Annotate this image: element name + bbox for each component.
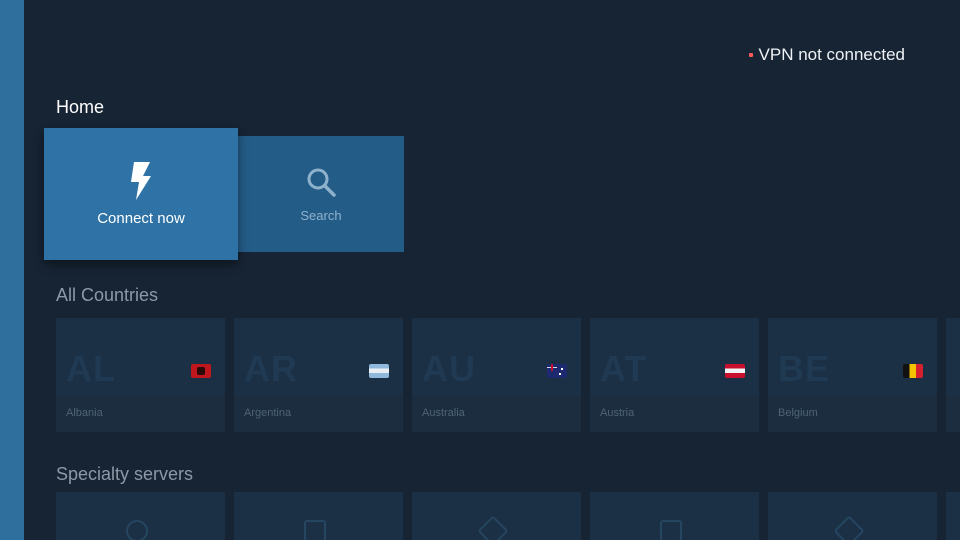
country-card-australia[interactable]: AU Australia [412, 318, 581, 432]
connect-now-label: Connect now [97, 209, 185, 227]
country-card-albania[interactable]: AL Albania [56, 318, 225, 432]
country-name: Argentina [244, 407, 292, 419]
status-dot-icon [748, 53, 753, 57]
country-code: AL [66, 348, 116, 389]
country-card-partial[interactable] [946, 318, 960, 432]
argentina-flag-icon [369, 364, 389, 378]
document-icon [660, 520, 682, 540]
country-name: Australia [422, 407, 465, 419]
app-screen: VPN not connected Home Connect now Searc… [0, 0, 960, 540]
side-navigation-strip[interactable] [0, 0, 24, 540]
lightning-icon [131, 161, 151, 200]
specialty-card[interactable] [590, 492, 759, 540]
country-name: Austria [600, 407, 635, 419]
belgium-flag-icon [903, 364, 923, 378]
country-card-belgium[interactable]: BE Belgium [768, 318, 937, 432]
specialty-card[interactable] [234, 492, 403, 540]
specialty-server-list [56, 492, 960, 540]
country-code: AR [244, 348, 298, 389]
country-card-austria[interactable]: AT Austria [590, 318, 759, 432]
window-icon [304, 520, 326, 540]
specialty-card[interactable] [946, 492, 960, 540]
search-button[interactable]: Search [238, 136, 404, 252]
country-name: Albania [66, 407, 103, 419]
country-code: BE [778, 348, 831, 389]
country-code: AU [422, 348, 476, 389]
vpn-status: VPN not connected [748, 45, 905, 65]
home-icon [477, 515, 509, 540]
all-countries-title: All Countries [56, 285, 159, 305]
home-section-title: Home [56, 97, 105, 117]
specialty-card[interactable] [56, 492, 225, 540]
vpn-status-text: VPN not connected [758, 45, 905, 64]
austria-flag-icon [725, 364, 745, 378]
country-name: Belgium [778, 407, 818, 419]
specialty-card[interactable] [768, 492, 937, 540]
albania-flag-icon [191, 364, 211, 378]
country-code: AT [600, 348, 648, 389]
location-pin-icon [126, 520, 148, 540]
country-card-argentina[interactable]: AR Argentina [234, 318, 403, 432]
specialty-servers-title: Specialty servers [56, 464, 194, 484]
search-label: Search [300, 207, 342, 223]
country-list: AL Albania AR Argentina AU Australia AT … [56, 318, 960, 432]
connect-now-button[interactable]: Connect now [44, 128, 238, 260]
specialty-card[interactable] [412, 492, 581, 540]
shield-icon [833, 515, 865, 540]
australia-flag-icon [547, 364, 567, 378]
search-icon [307, 168, 336, 197]
country-card-header [946, 318, 960, 396]
